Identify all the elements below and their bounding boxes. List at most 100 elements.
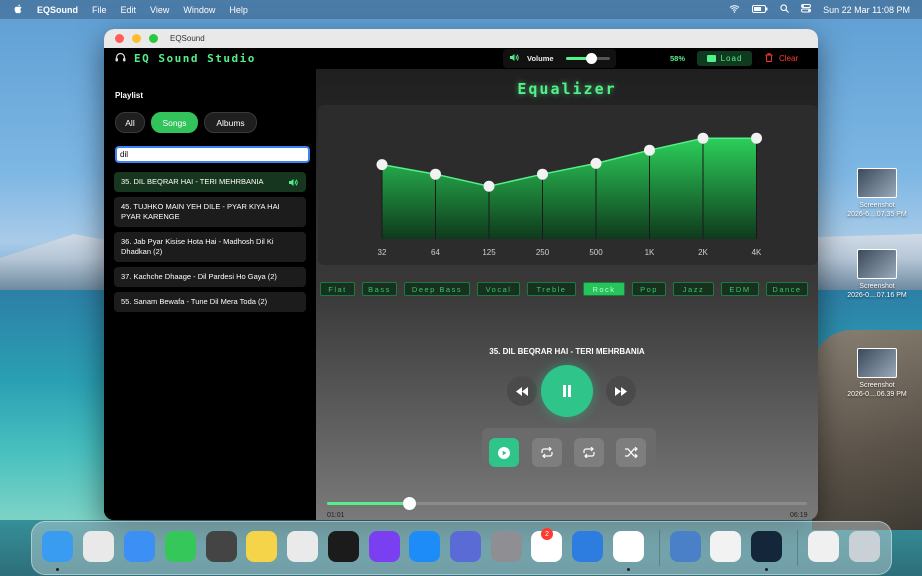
dock-app-simulator[interactable] [450,531,481,562]
song-list: 35. DIL BEQRAR HAI - TERI MEHRBANIA 45. … [114,172,306,317]
dock-app-trash[interactable] [849,531,880,562]
song-item[interactable]: 35. DIL BEQRAR HAI - TERI MEHRBANIA [114,172,306,192]
fast-forward-button[interactable] [606,376,636,406]
desktop-file-screenshot-3[interactable]: Screenshot 2026-0....06.39 PM [837,348,917,399]
load-button[interactable]: Load [697,51,752,66]
menu-window[interactable]: Window [183,5,215,15]
speaker-icon[interactable] [509,53,519,64]
dock-app-textedit[interactable] [710,531,741,562]
dock-app-eqsound[interactable] [751,531,782,562]
total-time: 06:19 [790,512,808,519]
close-window-button[interactable] [115,34,124,43]
dock-running-indicator [765,568,768,571]
eq-curve-area [382,138,757,239]
menu-file[interactable]: File [92,5,107,15]
dock-app-finder[interactable] [42,531,73,562]
eq-band-handle-250[interactable] [537,168,548,180]
dock-app-downloads[interactable] [808,531,839,562]
eq-band-handle-125[interactable] [483,180,495,192]
screenshot-thumbnail [857,168,897,198]
filter-tab-songs[interactable]: Songs [151,112,198,133]
preset-bass[interactable]: Bass [362,282,397,296]
menu-help[interactable]: Help [229,5,248,15]
eq-band-handle-1k[interactable] [644,144,655,156]
dock-app-app-store[interactable] [409,531,440,562]
progress-fill [327,502,409,505]
song-title: 37. Kachche Dhaage - Dil Pardesi Ho Gaya… [121,272,277,281]
repeat-one-button[interactable] [532,438,562,467]
zoom-window-button[interactable] [149,34,158,43]
spotlight-search-icon[interactable] [780,4,790,15]
dock-app-terminal[interactable] [328,531,359,562]
app-brand-title: EQ Sound Studio [134,52,256,65]
progress-knob[interactable] [402,497,416,510]
clear-button-label: Clear [779,54,799,63]
dock-app-time-machine[interactable] [670,531,701,562]
eq-band-label: 2K [698,248,708,257]
player-main: Equalizer 32 64 125 250 500 1K 2K 4K Flat Bass … [316,69,818,520]
eq-band-handle-32[interactable] [376,159,388,171]
dock-separator [797,530,798,566]
shuffle-button[interactable] [616,438,646,467]
playback-modes [482,428,656,468]
song-item[interactable]: 37. Kachche Dhaage - Dil Pardesi Ho Gaya… [114,267,306,287]
repeat-icon [583,447,595,458]
apple-menu-icon[interactable] [14,4,23,16]
eq-band-handle-500[interactable] [590,157,602,169]
dock-app-system-settings[interactable] [491,531,522,562]
dock-app-messages[interactable] [165,531,196,562]
song-item[interactable]: 55. Sanam Bewafa - Tune Dil Mera Toda (2… [114,292,306,312]
preset-dance[interactable]: Dance [766,282,808,296]
song-title: 35. DIL BEQRAR HAI - TERI MEHRBANIA [121,177,264,186]
song-item[interactable]: 45. TUJHKO MAIN YEH DILE - PYAR KIYA HAI… [114,197,306,227]
preset-edm[interactable]: EDM [721,282,759,296]
minimize-window-button[interactable] [132,34,141,43]
volume-slider[interactable] [565,53,610,64]
playlist-search-input[interactable]: dil [115,146,310,163]
control-center-icon[interactable] [801,4,812,15]
window-titlebar[interactable]: EQSound [104,29,818,49]
eq-band-handle-2k[interactable] [697,132,709,144]
dock-app-launchpad[interactable] [83,531,114,562]
dock-app-notes[interactable] [246,531,277,562]
menu-app-name[interactable]: EQSound [37,5,78,15]
wifi-icon[interactable] [729,4,740,15]
autoplay-button[interactable] [489,438,519,467]
preset-flat[interactable]: Flat [320,282,355,296]
playback-progress-bar[interactable] [327,497,807,510]
desktop-file-screenshot-1[interactable]: Screenshot 2026-6....07.35 PM [837,168,917,219]
preset-deep-bass[interactable]: Deep Bass [404,282,470,296]
preset-treble[interactable]: Treble [527,282,576,296]
eq-band-label: 250 [536,248,550,257]
eq-band-handle-4k[interactable] [751,132,762,144]
dock-app-activity-monitor[interactable] [206,531,237,562]
pause-icon [563,385,571,397]
preset-rock[interactable]: Rock [583,282,625,296]
filter-tab-all[interactable]: All [115,112,145,133]
playlist-heading: Playlist [115,91,144,100]
preset-pop[interactable]: Pop [632,282,666,296]
dock-app-safari[interactable] [124,531,155,562]
rewind-button[interactable] [507,376,537,406]
menu-edit[interactable]: Edit [121,5,137,15]
desktop-file-name: Screenshot [859,283,895,290]
menubar-clock[interactable]: Sun 22 Mar 11:08 PM [823,5,910,15]
filter-tab-albums[interactable]: Albums [204,112,257,133]
play-pause-button[interactable] [541,365,593,417]
song-item[interactable]: 36. Jab Pyar Kisise Hota Hai - Madhosh D… [114,232,306,262]
preset-jazz[interactable]: Jazz [673,282,714,296]
desktop-file-screenshot-2[interactable]: Screenshot 2026-0....07.16 PM [837,249,917,300]
now-playing-title: 35. DIL BEQRAR HAI - TERI MEHRBANIA [489,347,645,356]
rewind-icon [516,386,528,396]
menu-view[interactable]: View [150,5,169,15]
clear-button[interactable]: Clear [765,53,798,64]
repeat-all-button[interactable] [574,438,604,467]
battery-icon[interactable] [752,4,768,15]
volume-slider-knob[interactable] [586,53,598,64]
dock-app-sag[interactable] [369,531,400,562]
dock-app-xcode[interactable] [572,531,603,562]
preset-vocal[interactable]: Vocal [477,282,520,296]
dock-app-chrome[interactable] [613,531,644,562]
dock-app-screenshot[interactable] [287,531,318,562]
eq-band-handle-64[interactable] [430,168,441,180]
